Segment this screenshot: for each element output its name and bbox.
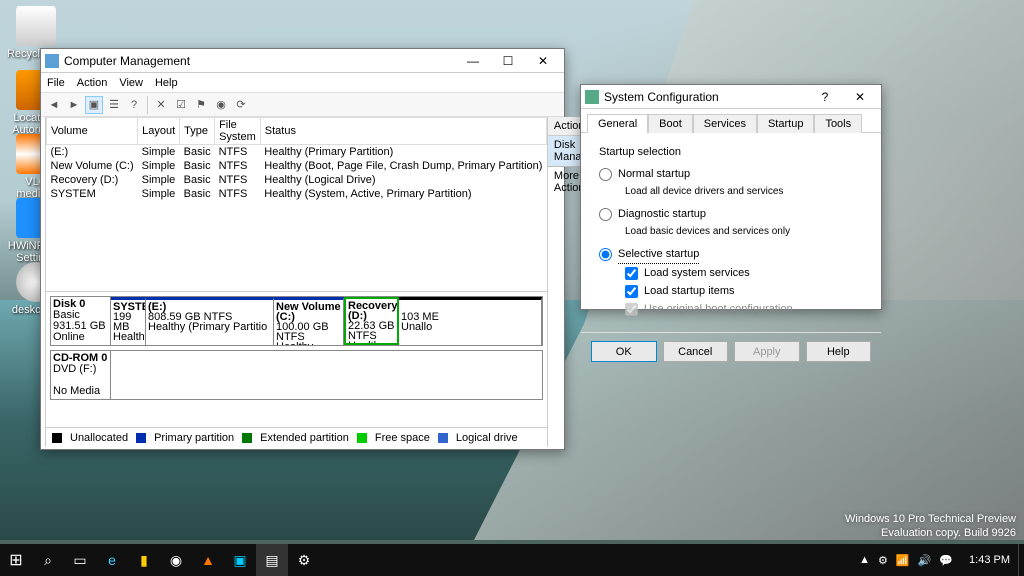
help-icon[interactable]: ? <box>125 96 143 114</box>
partition-selected[interactable]: Recovery (D:)22.63 GB NTFSHealthy (Logic… <box>344 297 399 345</box>
app-icon <box>585 90 599 104</box>
cancel-button[interactable]: Cancel <box>663 341 729 362</box>
window-title: System Configuration <box>604 90 808 104</box>
cdrom-0[interactable]: CD-ROM 0DVD (F:)No Media <box>50 350 543 400</box>
partition[interactable]: SYSTEM199 MBHealthy <box>111 297 146 345</box>
apply-button[interactable]: Apply <box>734 341 800 362</box>
forward-icon[interactable]: ► <box>65 96 83 114</box>
close-button[interactable]: ✕ <box>526 51 560 71</box>
tool-icon[interactable]: ◉ <box>212 96 230 114</box>
task-view-icon[interactable]: ▭ <box>64 544 96 576</box>
radio-diagnostic[interactable]: Diagnostic startup <box>599 205 863 223</box>
tool-icon[interactable]: ⚑ <box>192 96 210 114</box>
volume-list[interactable]: Volume Layout Type File System Status (E… <box>46 117 547 292</box>
system-configuration-window: System Configuration ? ✕ General Boot Se… <box>580 84 882 310</box>
volume-icon[interactable]: 🔊 <box>918 554 932 567</box>
section-label: Startup selection <box>599 143 863 161</box>
col-fs[interactable]: File System <box>215 118 261 145</box>
search-icon[interactable]: ⌕ <box>32 544 64 576</box>
steam-icon[interactable]: ◉ <box>160 544 192 576</box>
volume-row[interactable]: (E:)SimpleBasicNTFSHealthy (Primary Part… <box>47 145 547 160</box>
menubar: File Action View Help <box>41 73 564 93</box>
titlebar[interactable]: System Configuration ? ✕ <box>581 85 881 109</box>
refresh-icon[interactable]: ⟳ <box>232 96 250 114</box>
tab-services[interactable]: Services <box>693 114 757 133</box>
tab-strip: General Boot Services Startup Tools <box>581 109 881 133</box>
partition-unallocated[interactable]: 103 MEUnallo <box>399 297 542 345</box>
running-app-icon[interactable]: ▤ <box>256 544 288 576</box>
watermark: Windows 10 Pro Technical PreviewEvaluati… <box>845 512 1016 540</box>
computer-management-window: Computer Management — ☐ ✕ File Action Vi… <box>40 48 565 450</box>
maximize-button[interactable]: ☐ <box>491 51 525 71</box>
menu-help[interactable]: Help <box>155 77 178 89</box>
menu-action[interactable]: Action <box>77 77 108 89</box>
tool-icon[interactable]: ☑ <box>172 96 190 114</box>
check-original-boot: Use original boot configuration <box>625 300 863 318</box>
taskbar-clock[interactable]: 1:43 PM <box>961 554 1018 566</box>
taskbar: ⊞ ⌕ ▭ e ▮ ◉ ▲ ▣ ▤ ⚙ ▲ ⚙ 📶 🔊 💬 1:43 PM <box>0 544 1024 576</box>
minimize-button[interactable]: — <box>456 51 490 71</box>
help-button[interactable]: Help <box>806 341 872 362</box>
tool-icon[interactable]: ✕ <box>152 96 170 114</box>
check-system-services[interactable]: Load system services <box>625 264 863 282</box>
col-volume[interactable]: Volume <box>47 118 138 145</box>
tray-icon[interactable]: ⚙ <box>878 554 888 567</box>
network-icon[interactable]: 📶 <box>896 554 910 567</box>
volume-row[interactable]: SYSTEMSimpleBasicNTFSHealthy (System, Ac… <box>47 187 547 201</box>
disk-graphic: Disk 0Basic931.51 GBOnline SYSTEM199 MBH… <box>46 292 547 427</box>
legend: Unallocated Primary partition Extended p… <box>46 427 547 447</box>
toolbar: ◄ ► ▣ ☰ ? ✕ ☑ ⚑ ◉ ⟳ <box>41 93 564 117</box>
tab-boot[interactable]: Boot <box>648 114 693 133</box>
volume-row[interactable]: Recovery (D:)SimpleBasicNTFSHealthy (Log… <box>47 173 547 187</box>
explorer-icon[interactable]: ▮ <box>128 544 160 576</box>
tab-startup[interactable]: Startup <box>757 114 814 133</box>
window-title: Computer Management <box>64 54 456 68</box>
volume-row[interactable]: New Volume (C:)SimpleBasicNTFSHealthy (B… <box>47 159 547 173</box>
close-button[interactable]: ✕ <box>843 87 877 107</box>
col-layout[interactable]: Layout <box>138 118 180 145</box>
col-type[interactable]: Type <box>180 118 215 145</box>
up-icon[interactable]: ▣ <box>85 96 103 114</box>
tray-overflow-icon[interactable]: ▲ <box>859 554 870 566</box>
menu-view[interactable]: View <box>119 77 143 89</box>
show-desktop[interactable] <box>1018 544 1024 576</box>
ok-button[interactable]: OK <box>591 341 657 362</box>
radio-normal[interactable]: Normal startup <box>599 165 863 183</box>
start-button[interactable]: ⊞ <box>0 544 32 576</box>
vlc-icon[interactable]: ▲ <box>192 544 224 576</box>
edge-icon[interactable]: e <box>96 544 128 576</box>
back-icon[interactable]: ◄ <box>45 96 63 114</box>
tab-tools[interactable]: Tools <box>814 114 862 133</box>
app-icon <box>45 54 59 68</box>
help-button[interactable]: ? <box>808 87 842 107</box>
radio-selective[interactable]: Selective startup <box>599 245 863 264</box>
check-startup-items[interactable]: Load startup items <box>625 282 863 300</box>
properties-icon[interactable]: ☰ <box>105 96 123 114</box>
titlebar[interactable]: Computer Management — ☐ ✕ <box>41 49 564 73</box>
system-tray[interactable]: ▲ ⚙ 📶 🔊 💬 <box>851 554 961 567</box>
partition[interactable]: New Volume (C:)100.00 GB NTFSHealthy (Bo… <box>274 297 344 345</box>
running-app-icon[interactable]: ⚙ <box>288 544 320 576</box>
app-icon[interactable]: ▣ <box>224 544 256 576</box>
disk-0[interactable]: Disk 0Basic931.51 GBOnline SYSTEM199 MBH… <box>50 296 543 346</box>
col-status[interactable]: Status <box>260 118 546 145</box>
notifications-icon[interactable]: 💬 <box>939 554 953 567</box>
tab-general[interactable]: General <box>587 114 648 133</box>
menu-file[interactable]: File <box>47 77 65 89</box>
partition[interactable]: (E:)808.59 GB NTFSHealthy (Primary Parti… <box>146 297 274 345</box>
